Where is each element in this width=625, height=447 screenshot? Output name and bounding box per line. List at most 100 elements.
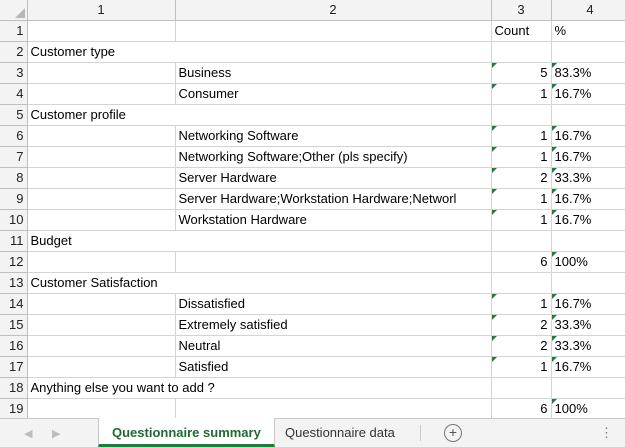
cell-answer[interactable]: Workstation Hardware xyxy=(175,209,492,231)
cell-answer[interactable]: Business xyxy=(175,62,492,84)
cell-category[interactable] xyxy=(27,335,176,357)
cell-count[interactable]: 1 xyxy=(491,146,552,168)
tab-questionnaire-summary[interactable]: Questionnaire summary xyxy=(98,418,275,447)
cell-answer[interactable] xyxy=(175,377,492,399)
cell-percent[interactable] xyxy=(551,104,625,126)
cell-count[interactable]: Count xyxy=(491,20,552,42)
cell-percent[interactable]: 16.7% xyxy=(551,83,625,105)
cell-answer[interactable] xyxy=(175,104,492,126)
row-header[interactable]: 9 xyxy=(0,188,28,210)
cell-answer[interactable] xyxy=(175,41,492,63)
cell-category[interactable] xyxy=(27,398,176,418)
cell-category[interactable] xyxy=(27,167,176,189)
cell-count[interactable]: 2 xyxy=(491,335,552,357)
chevron-right-icon[interactable]: ▶ xyxy=(52,427,60,440)
add-sheet-icon[interactable]: + xyxy=(444,424,462,442)
row-header[interactable]: 8 xyxy=(0,167,28,189)
cell-answer[interactable] xyxy=(175,20,492,42)
cell-category[interactable] xyxy=(27,83,176,105)
cell-answer[interactable]: Extremely satisfied xyxy=(175,314,492,336)
row-header[interactable]: 17 xyxy=(0,356,28,378)
cell-answer[interactable]: Neutral xyxy=(175,335,492,357)
cell-percent[interactable]: 16.7% xyxy=(551,209,625,231)
cell-category[interactable] xyxy=(27,62,176,84)
cell-category[interactable] xyxy=(27,146,176,168)
cell-percent[interactable]: 33.3% xyxy=(551,335,625,357)
row-header[interactable]: 3 xyxy=(0,62,28,84)
cell-count[interactable]: 5 xyxy=(491,62,552,84)
cell-category[interactable] xyxy=(27,356,176,378)
column-header[interactable]: 3 xyxy=(491,0,552,21)
row-header[interactable]: 12 xyxy=(0,251,28,273)
cell-percent[interactable]: 83.3% xyxy=(551,62,625,84)
cell-category[interactable]: Customer Satisfaction xyxy=(27,272,175,294)
cell-category[interactable]: Budget xyxy=(27,230,175,252)
cell-answer[interactable]: Server Hardware xyxy=(175,167,492,189)
cell-category[interactable]: Anything else you want to add ? xyxy=(27,377,215,399)
cell-count[interactable]: 2 xyxy=(491,314,552,336)
cell-count[interactable] xyxy=(491,104,552,126)
cell-percent[interactable]: % xyxy=(551,20,625,42)
more-icon[interactable]: ⋮ xyxy=(600,425,613,441)
column-header[interactable]: 1 xyxy=(27,0,176,21)
row-header[interactable]: 13 xyxy=(0,272,28,294)
row-header[interactable]: 11 xyxy=(0,230,28,252)
cell-percent[interactable]: 33.3% xyxy=(551,167,625,189)
cell-percent[interactable]: 16.7% xyxy=(551,188,625,210)
cell-count[interactable]: 1 xyxy=(491,356,552,378)
column-header[interactable]: 4 xyxy=(551,0,625,21)
cell-count[interactable]: 6 xyxy=(491,251,552,273)
cell-answer[interactable] xyxy=(175,251,492,273)
cell-count[interactable]: 6 xyxy=(491,398,552,418)
cell-answer[interactable]: Networking Software;Other (pls specify) xyxy=(175,146,492,168)
cell-answer[interactable]: Consumer xyxy=(175,83,492,105)
cell-category[interactable] xyxy=(27,188,176,210)
row-header[interactable]: 2 xyxy=(0,41,28,63)
tab-questionnaire-data[interactable]: Questionnaire data xyxy=(272,418,408,447)
row-header[interactable]: 10 xyxy=(0,209,28,231)
cell-category[interactable] xyxy=(27,251,176,273)
cell-answer[interactable]: Dissatisfied xyxy=(175,293,492,315)
row-header[interactable]: 6 xyxy=(0,125,28,147)
cell-count[interactable]: 1 xyxy=(491,125,552,147)
cell-count[interactable]: 1 xyxy=(491,188,552,210)
cell-percent[interactable]: 16.7% xyxy=(551,293,625,315)
cell-category[interactable] xyxy=(27,125,176,147)
cell-percent[interactable] xyxy=(551,272,625,294)
row-header[interactable]: 14 xyxy=(0,293,28,315)
cell-percent[interactable]: 33.3% xyxy=(551,314,625,336)
cell-count[interactable] xyxy=(491,377,552,399)
cell-count[interactable]: 2 xyxy=(491,167,552,189)
cell-category[interactable]: Customer type xyxy=(27,41,175,63)
cell-answer[interactable]: Networking Software xyxy=(175,125,492,147)
column-header[interactable]: 2 xyxy=(175,0,492,21)
cell-category[interactable] xyxy=(27,209,176,231)
cell-percent[interactable]: 100% xyxy=(551,251,625,273)
cell-category[interactable] xyxy=(27,20,176,42)
cell-answer[interactable]: Satisfied xyxy=(175,356,492,378)
cell-count[interactable] xyxy=(491,41,552,63)
row-header[interactable]: 5 xyxy=(0,104,28,126)
cell-percent[interactable]: 16.7% xyxy=(551,146,625,168)
cell-count[interactable] xyxy=(491,230,552,252)
cell-percent[interactable] xyxy=(551,377,625,399)
cell-answer[interactable]: Server Hardware;Workstation Hardware;Net… xyxy=(175,188,492,210)
cell-percent[interactable] xyxy=(551,230,625,252)
cell-answer[interactable] xyxy=(175,272,492,294)
row-header[interactable]: 7 xyxy=(0,146,28,168)
row-header[interactable]: 4 xyxy=(0,83,28,105)
cell-percent[interactable]: 16.7% xyxy=(551,356,625,378)
row-header[interactable]: 18 xyxy=(0,377,28,399)
row-header[interactable]: 1 xyxy=(0,20,28,42)
row-header[interactable]: 19 xyxy=(0,398,28,418)
cell-count[interactable]: 1 xyxy=(491,83,552,105)
cell-category[interactable] xyxy=(27,314,176,336)
cell-percent[interactable]: 100% xyxy=(551,398,625,418)
row-header[interactable]: 15 xyxy=(0,314,28,336)
chevron-left-icon[interactable]: ◀ xyxy=(24,427,32,440)
cell-answer[interactable] xyxy=(175,398,492,418)
row-header[interactable]: 16 xyxy=(0,335,28,357)
cell-count[interactable] xyxy=(491,272,552,294)
cell-count[interactable]: 1 xyxy=(491,293,552,315)
cell-category[interactable] xyxy=(27,293,176,315)
